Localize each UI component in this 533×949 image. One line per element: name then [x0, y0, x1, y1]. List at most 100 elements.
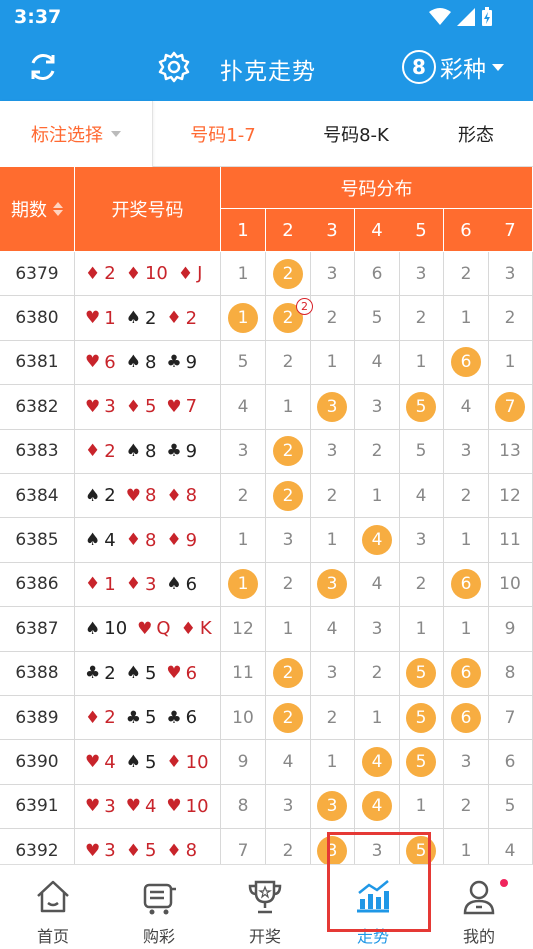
playing-card: ♣ 5 [126, 707, 157, 728]
playing-card: ♥ 6 [166, 663, 197, 684]
distribution-cell: 3 [355, 385, 400, 430]
distribution-cell: 8 [488, 651, 533, 696]
card-rank: 8 [144, 440, 157, 462]
distribution-cell: 13 [488, 429, 533, 474]
playing-card: ♠ 5 [126, 663, 157, 684]
card-rank: 4 [104, 751, 116, 773]
distribution-cell: 2 [266, 429, 311, 474]
period-cell: 6380 [0, 296, 75, 341]
playing-card: ♦ J [178, 263, 203, 284]
suit-icon: ♣ [166, 352, 182, 373]
wifi-icon [429, 8, 451, 25]
period-cell: 6385 [0, 518, 75, 563]
trend-table[interactable]: 期数 开奖号码 号码分布 1 2 3 4 5 6 7 6379 ♦ 2 ♦ 10 ♦ J 1 2 3 6 3 2 3 63… [0, 167, 533, 864]
distribution-cell: 6 [444, 651, 489, 696]
suit-icon: ♦ [180, 618, 196, 639]
miss-count: 13 [499, 441, 521, 462]
suit-icon: ♠ [125, 352, 141, 373]
nav-mine[interactable]: 我的 [426, 865, 532, 949]
miss-count: 3 [326, 441, 338, 462]
miss-count: 1 [460, 308, 472, 329]
period-cell: 6382 [0, 385, 75, 430]
playing-card: ♥ 1 [85, 308, 116, 329]
nav-buy[interactable]: 购彩 [106, 865, 212, 949]
suit-icon: ♦ [125, 263, 141, 284]
playing-card: ♥ 6 [85, 352, 116, 373]
period-cell: 6379 [0, 252, 75, 297]
nav-draw-label: 开奖 [248, 927, 281, 946]
miss-count: 3 [504, 263, 516, 284]
tab-numbers-1-7[interactable]: 号码1-7 [153, 101, 293, 167]
miss-count: 2 [371, 663, 383, 684]
column-header-2: 2 [266, 209, 311, 252]
card-rank: 8 [185, 840, 198, 862]
playing-card: ♦ 2 [85, 707, 116, 728]
suit-icon: ♣ [125, 707, 141, 728]
distribution-cell: 12 [488, 474, 533, 519]
suit-icon: ♦ [166, 752, 182, 773]
distribution-cell: 1 [310, 740, 355, 785]
filter-tab-bar: 标注选择 号码1-7 号码8-K 形态 [0, 101, 533, 167]
miss-count: 2 [326, 707, 338, 728]
nav-draw[interactable]: 开奖 [212, 865, 318, 949]
card-rank: 5 [144, 751, 157, 773]
miss-count: 1 [504, 352, 516, 373]
suit-icon: ♣ [166, 707, 182, 728]
distribution-cell: 2 [444, 252, 489, 297]
card-rank: K [199, 618, 212, 640]
miss-count: 3 [282, 530, 294, 551]
distribution-cell: 3 [355, 607, 400, 652]
miss-count: 9 [237, 752, 249, 773]
miss-count: 2 [415, 308, 427, 329]
playing-card: ♥ 3 [85, 396, 116, 417]
suit-icon: ♦ [125, 574, 141, 595]
nav-buy-label: 购彩 [142, 927, 175, 946]
distribution-cell: 3 [399, 518, 444, 563]
playing-card: ♦ 10 [166, 752, 208, 773]
miss-count: 7 [237, 840, 249, 861]
variety-selector[interactable]: 8 彩种 [402, 50, 504, 84]
suit-icon: ♦ [166, 485, 182, 506]
playing-card: ♦ 2 [85, 441, 116, 462]
miss-count: 2 [415, 574, 427, 595]
suit-icon: ♦ [177, 263, 194, 284]
nav-home[interactable]: 首页 [0, 865, 106, 949]
distribution-cell: 2 [266, 562, 311, 608]
playing-card: ♦ 5 [126, 840, 157, 861]
distribution-cell: 4 [310, 607, 355, 652]
status-bar: 3:37 [0, 0, 533, 36]
miss-count: 2 [504, 308, 516, 329]
tab-numbers-8-k[interactable]: 号码8-K [293, 101, 419, 167]
miss-count: 3 [371, 618, 383, 639]
distribution-cell: 4 [221, 385, 266, 430]
card-rank: 10 [185, 795, 209, 817]
card-rank: Q [156, 618, 171, 640]
card-rank: 2 [104, 440, 116, 462]
hit-ball: 2 [273, 436, 303, 467]
distribution-cell: 5 [399, 651, 444, 696]
miss-count: 3 [460, 441, 472, 462]
mark-select-dropdown[interactable]: 标注选择 [0, 101, 153, 167]
refresh-icon[interactable] [26, 50, 60, 84]
toolbar: 扑克走势 8 彩种 [0, 36, 533, 101]
distribution-cell: 3 [310, 562, 355, 608]
miss-count: 1 [460, 840, 472, 861]
playing-card: ♠ 8 [126, 352, 157, 373]
miss-count: 9 [504, 618, 516, 639]
distribution-cell: 5 [399, 696, 444, 741]
playing-card: ♦ 3 [126, 574, 157, 595]
playing-card: ♣ 2 [85, 663, 116, 684]
column-header-3: 3 [310, 209, 355, 252]
tab-pattern[interactable]: 形态 [419, 101, 533, 167]
miss-count: 4 [237, 396, 249, 417]
miss-count: 1 [237, 530, 249, 551]
playing-card: ♦ 8 [166, 485, 197, 506]
gear-icon[interactable] [158, 51, 190, 83]
miss-count: 2 [326, 308, 338, 329]
distribution-cell: 2 [221, 474, 266, 519]
playing-card: ♦ K [181, 618, 212, 639]
suit-icon: ♦ [125, 840, 141, 861]
nav-home-label: 首页 [36, 927, 69, 946]
period-header[interactable]: 期数 [0, 167, 75, 252]
miss-count: 11 [232, 663, 254, 684]
